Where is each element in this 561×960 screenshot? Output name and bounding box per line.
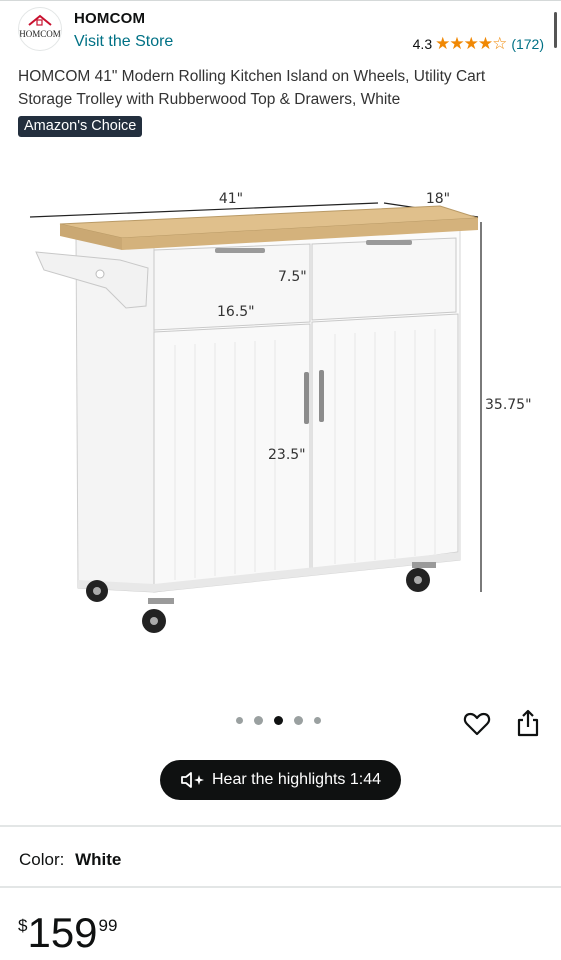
brand-logo[interactable]: HOMCOM [18,7,62,51]
rating-count-link[interactable]: (172) [511,36,544,52]
image-carousel-dots[interactable] [236,716,321,725]
carousel-dot[interactable] [314,717,321,724]
section-divider [0,886,561,888]
cabinet-height-label: 23.5" [268,447,306,463]
carousel-dot[interactable] [236,717,243,724]
color-value: White [75,850,122,869]
rating-summary[interactable]: 4.3 ★★★★☆ (172) [413,34,544,54]
heart-icon[interactable] [462,709,492,739]
width-label: 41" [219,191,243,207]
svg-text:HOMCOM: HOMCOM [19,29,61,39]
visit-store-link[interactable]: Visit the Store [74,33,173,51]
product-title: HOMCOM 41" Modern Rolling Kitchen Island… [18,68,486,108]
drawer-height-label: 7.5" [278,269,307,285]
price-whole: 159 [27,909,98,956]
depth-label: 18" [426,191,450,207]
star-rating-icons: ★★★★☆ [435,34,507,53]
carousel-dot-active[interactable] [274,716,283,725]
rating-value: 4.3 [412,36,433,52]
carousel-dot[interactable] [294,716,303,725]
carousel-dot[interactable] [254,716,263,725]
amazons-choice-badge[interactable]: Amazon's Choice [18,116,143,137]
price-fraction: 99 [98,916,118,935]
price-currency-symbol: $ [18,916,28,935]
price: $ 159 99 [18,912,117,954]
section-divider [0,825,561,827]
height-label: 35.75" [485,397,532,413]
hear-highlights-label: Hear the highlights 1:44 [212,771,381,788]
drawer-width-label: 16.5" [217,304,255,320]
color-label: Color: [19,850,65,869]
share-icon[interactable] [514,708,542,738]
color-selector[interactable]: Color: White [19,850,121,870]
top-border [0,0,561,1]
brand-name[interactable]: HOMCOM [74,10,145,27]
speaker-sparkle-icon [180,771,206,789]
product-image[interactable]: 41" 18" 35.75" 7.5" 16.5" 23.5" [0,160,561,680]
hear-highlights-button[interactable]: Hear the highlights 1:44 [160,760,401,800]
scrollbar[interactable] [554,12,557,48]
